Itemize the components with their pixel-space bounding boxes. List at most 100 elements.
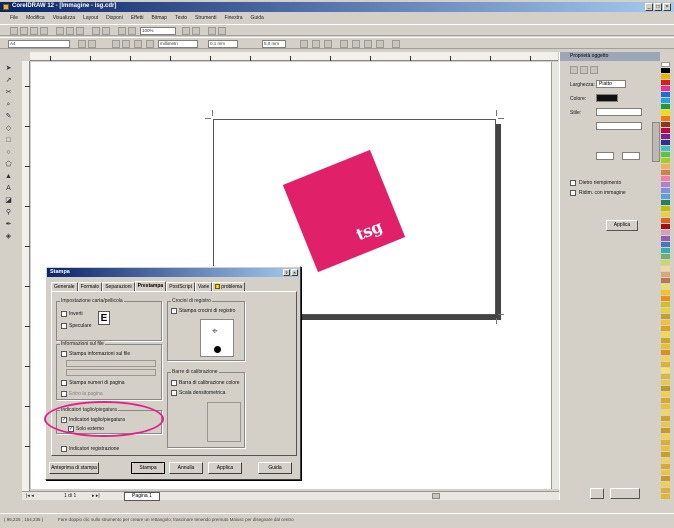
menu-layout[interactable]: Layout — [83, 14, 98, 23]
dialog-help-button[interactable]: ? — [283, 269, 290, 276]
guidelines-icon[interactable] — [312, 40, 320, 48]
swatch[interactable] — [661, 164, 670, 169]
color-calibration-checkbox[interactable]: Barra di calibrazione colore — [171, 380, 240, 386]
swatch[interactable] — [661, 344, 670, 349]
options-icon[interactable] — [208, 27, 216, 35]
swatch[interactable] — [661, 452, 670, 457]
horizontal-ruler[interactable] — [30, 52, 558, 61]
zoom-tool-icon[interactable]: ⌕ — [4, 100, 13, 109]
swatch[interactable] — [661, 116, 670, 121]
app-launcher-icon[interactable] — [182, 27, 190, 35]
swatch[interactable] — [661, 278, 670, 283]
swatch[interactable] — [661, 362, 670, 367]
swatch[interactable] — [661, 248, 670, 253]
redo-icon[interactable] — [102, 27, 110, 35]
swatch[interactable] — [661, 74, 670, 79]
treat-as-filled-icon[interactable] — [352, 40, 360, 48]
swatch[interactable] — [661, 422, 670, 427]
swatch[interactable] — [661, 104, 670, 109]
close-button[interactable]: × — [663, 3, 671, 11]
apply-button[interactable]: Applica — [606, 220, 638, 231]
vertical-scrollbar[interactable] — [551, 62, 559, 489]
swatch[interactable] — [661, 398, 670, 403]
docker-lock-button[interactable] — [590, 488, 604, 499]
swatch[interactable] — [661, 470, 670, 475]
landscape-icon[interactable] — [122, 40, 130, 48]
cut-icon[interactable] — [56, 27, 64, 35]
swatch[interactable] — [661, 290, 670, 295]
rectangle-tool-icon[interactable]: □ — [4, 136, 13, 145]
swatch[interactable] — [661, 182, 670, 187]
export-icon[interactable] — [128, 27, 136, 35]
swatch[interactable] — [661, 308, 670, 313]
swatch[interactable] — [661, 152, 670, 157]
import-icon[interactable] — [118, 27, 126, 35]
menu-bitmap[interactable]: Bitmap — [152, 14, 168, 23]
swatch[interactable] — [661, 194, 670, 199]
swatch[interactable] — [661, 476, 670, 481]
menu-strumenti[interactable]: Strumenti — [195, 14, 216, 23]
option-b-icon[interactable] — [376, 40, 384, 48]
swatch[interactable] — [661, 266, 670, 271]
swatch[interactable] — [661, 140, 670, 145]
arrow-start-select[interactable] — [596, 152, 614, 160]
mirror-checkbox[interactable]: Speculare — [61, 323, 92, 329]
copy-icon[interactable] — [66, 27, 74, 35]
cancel-button[interactable]: Annulla — [169, 462, 203, 474]
preview-toggle-button[interactable]: Anteprima di stampa — [49, 462, 99, 474]
paste-icon[interactable] — [76, 27, 84, 35]
vertical-ruler[interactable] — [22, 61, 30, 491]
swatch[interactable] — [661, 374, 670, 379]
outline-width-select[interactable]: Piatto — [596, 80, 626, 88]
interactive-tool-icon[interactable]: ◪ — [4, 196, 13, 205]
units-field[interactable]: millimetri — [158, 40, 198, 48]
densitometer-checkbox[interactable]: Scala densitometrica — [171, 390, 225, 396]
page-width-icon[interactable] — [78, 40, 86, 48]
swatch[interactable] — [661, 440, 670, 445]
duplicate-distance-field[interactable]: 5,0 mm — [262, 40, 286, 48]
outline-tool-icon[interactable]: ✒ — [4, 220, 13, 229]
fill-tab-icon[interactable] — [570, 66, 578, 74]
swatch[interactable] — [661, 260, 670, 265]
first-page-button[interactable]: |◂ ◂ — [26, 493, 34, 500]
swatch[interactable] — [661, 236, 670, 241]
swatch[interactable] — [661, 200, 670, 205]
swatch[interactable] — [661, 92, 670, 97]
swatch[interactable] — [661, 206, 670, 211]
swatch[interactable] — [661, 356, 670, 361]
swatch[interactable] — [661, 254, 670, 259]
swatch[interactable] — [661, 464, 670, 469]
tab-problema[interactable]: problema — [212, 282, 246, 291]
swatch[interactable] — [661, 326, 670, 331]
maximize-button[interactable]: □ — [654, 3, 662, 11]
swatch[interactable] — [661, 494, 670, 499]
docker-side-tab[interactable] — [652, 122, 660, 162]
menu-modifica[interactable]: Modifica — [26, 14, 45, 23]
scroll-thumb[interactable] — [432, 493, 440, 499]
swatch[interactable] — [661, 410, 670, 415]
print-button[interactable]: Stampa — [131, 462, 165, 474]
all-pages-icon[interactable] — [134, 40, 142, 48]
tab-prestampa[interactable]: Prestampa — [134, 281, 167, 291]
ellipse-tool-icon[interactable]: ○ — [4, 148, 13, 157]
crop-tool-icon[interactable]: ✂ — [4, 88, 13, 97]
swatch[interactable] — [661, 212, 670, 217]
swatch[interactable] — [661, 176, 670, 181]
outline-style-select[interactable] — [596, 108, 642, 116]
eyedropper-tool-icon[interactable]: ⚲ — [4, 208, 13, 217]
menu-testo[interactable]: Testo — [175, 14, 187, 23]
pick-tool-icon[interactable]: ➤ — [4, 64, 13, 73]
general-tab-icon[interactable] — [590, 66, 598, 74]
swatch[interactable] — [661, 332, 670, 337]
outline-style-select-2[interactable] — [596, 122, 642, 130]
swatch[interactable] — [661, 296, 670, 301]
swatch[interactable] — [661, 158, 670, 163]
swatch[interactable] — [661, 272, 670, 277]
zoom-level-field[interactable]: 100% — [140, 27, 176, 35]
dialog-close-button[interactable]: × — [291, 269, 298, 276]
outline-color-select[interactable] — [596, 94, 618, 102]
page-size-field[interactable]: A4 — [8, 40, 70, 48]
swatch[interactable] — [661, 386, 670, 391]
swatch[interactable] — [661, 188, 670, 193]
swatch[interactable] — [661, 404, 670, 409]
